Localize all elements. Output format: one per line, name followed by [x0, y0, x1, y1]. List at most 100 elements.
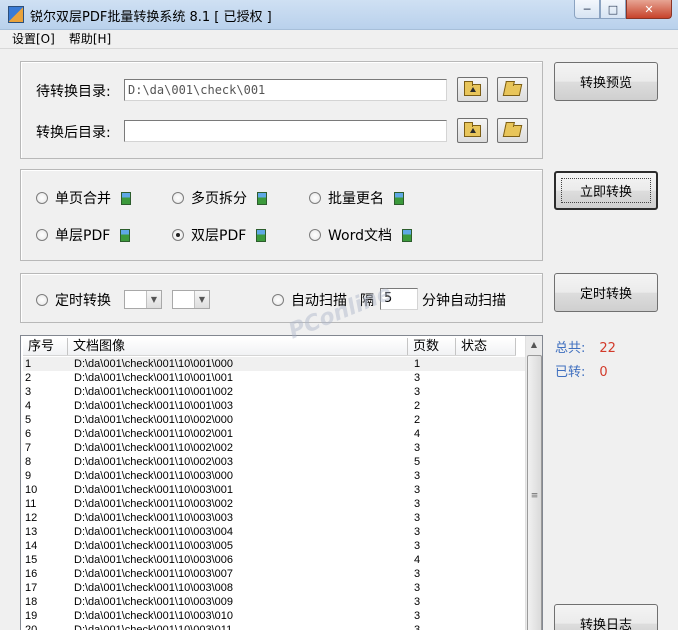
- timed-convert-button[interactable]: 定时转换: [554, 273, 658, 312]
- table-row[interactable]: 20 D:\da\001\check\001\10\003\011 3: [23, 623, 525, 630]
- file-list[interactable]: 序号 文档图像 页数 状态 1 D:\da\001\check\001\10\00…: [20, 335, 543, 630]
- table-row[interactable]: 9 D:\da\001\check\001\10\003\000 3: [23, 469, 525, 483]
- table-row[interactable]: 2 D:\da\001\check\001\10\001\001 3: [23, 371, 525, 385]
- menu-help[interactable]: 帮助[H]: [69, 30, 111, 48]
- maximize-button[interactable]: □: [600, 0, 626, 19]
- cell-pages: 3: [414, 498, 421, 510]
- cell-pages: 3: [414, 386, 421, 398]
- radio-dot: [272, 294, 284, 306]
- vertical-scrollbar[interactable]: ▲ ≡: [525, 336, 542, 630]
- radio-timed-convert[interactable]: 定时转换: [36, 290, 111, 310]
- app-icon: [8, 6, 24, 23]
- cell-pages: 2: [414, 400, 421, 412]
- total-value: 22: [599, 341, 616, 356]
- column-header-document[interactable]: 文档图像: [68, 338, 408, 355]
- hour-select[interactable]: ▼: [124, 290, 162, 309]
- table-row[interactable]: 7 D:\da\001\check\001\10\002\002 3: [23, 441, 525, 455]
- target-dir-up-button[interactable]: [457, 118, 488, 143]
- close-button[interactable]: ✕: [626, 0, 672, 19]
- table-row[interactable]: 10 D:\da\001\check\001\10\003\001 3: [23, 483, 525, 497]
- table-row[interactable]: 11 D:\da\001\check\001\10\003\002 3: [23, 497, 525, 511]
- table-row[interactable]: 12 D:\da\001\check\001\10\003\003 3: [23, 511, 525, 525]
- document-icon: [256, 228, 267, 242]
- column-header-status[interactable]: 状态: [456, 338, 516, 355]
- converted-label: 已转:: [555, 365, 586, 380]
- convert-now-button[interactable]: 立即转换: [554, 171, 658, 210]
- table-row[interactable]: 18 D:\da\001\check\001\10\003\009 3: [23, 595, 525, 609]
- table-row[interactable]: 13 D:\da\001\check\001\10\003\004 3: [23, 525, 525, 539]
- cell-document: D:\da\001\check\001\10\002\000: [74, 414, 234, 426]
- table-row[interactable]: 15 D:\da\001\check\001\10\003\006 4: [23, 553, 525, 567]
- folder-open-icon: [502, 83, 523, 96]
- scroll-up-icon[interactable]: ▲: [526, 336, 542, 353]
- minimize-button[interactable]: ─: [574, 0, 600, 19]
- button-label: 转换日志: [579, 618, 632, 630]
- table-row[interactable]: 1 D:\da\001\check\001\10\001\000 1: [23, 357, 525, 371]
- radio-label: 定时转换: [55, 293, 111, 309]
- cell-pages: 3: [414, 470, 421, 482]
- column-header-index[interactable]: 序号: [23, 338, 68, 355]
- cell-document: D:\da\001\check\001\10\002\003: [74, 456, 234, 468]
- table-row[interactable]: 3 D:\da\001\check\001\10\001\002 3: [23, 385, 525, 399]
- cell-status: [456, 441, 516, 455]
- converted-count: 已转: 0: [555, 361, 608, 380]
- cell-status: [456, 385, 516, 399]
- table-row[interactable]: 8 D:\da\001\check\001\10\002\003 5: [23, 455, 525, 469]
- table-row[interactable]: 6 D:\da\001\check\001\10\002\001 4: [23, 427, 525, 441]
- total-label: 总共:: [555, 341, 586, 356]
- radio-single-merge[interactable]: 单页合并: [36, 188, 131, 208]
- target-dir-input[interactable]: [124, 120, 447, 142]
- cell-document: D:\da\001\check\001\10\003\011: [74, 624, 233, 630]
- cell-index: 2: [25, 372, 32, 384]
- document-icon: [121, 191, 131, 205]
- table-row[interactable]: 16 D:\da\001\check\001\10\003\007 3: [23, 567, 525, 581]
- radio-double-layer-pdf[interactable]: 双层PDF: [172, 225, 267, 245]
- cell-index: 4: [25, 400, 32, 412]
- table-row[interactable]: 17 D:\da\001\check\001\10\003\008 3: [23, 581, 525, 595]
- cell-index: 9: [25, 470, 32, 482]
- table-row[interactable]: 19 D:\da\001\check\001\10\003\010 3: [23, 609, 525, 623]
- column-header-pages[interactable]: 页数: [408, 338, 456, 355]
- menu-settings[interactable]: 设置[O]: [12, 30, 55, 48]
- cell-document: D:\da\001\check\001\10\003\000: [74, 470, 234, 482]
- cell-pages: 3: [414, 596, 421, 608]
- cell-status: [456, 595, 516, 609]
- minute-select[interactable]: ▼: [172, 290, 210, 309]
- radio-label: 批量更名: [328, 191, 384, 207]
- source-dir-input[interactable]: D:\da\001\check\001: [124, 79, 447, 101]
- table-row[interactable]: 5 D:\da\001\check\001\10\002\000 2: [23, 413, 525, 427]
- radio-single-layer-pdf[interactable]: 单层PDF: [36, 225, 131, 245]
- total-count: 总共: 22: [555, 337, 616, 356]
- cell-status: [456, 525, 516, 539]
- radio-word-document[interactable]: Word文档: [309, 225, 412, 245]
- radio-multi-split[interactable]: 多页拆分: [172, 188, 267, 208]
- target-dir-browse-button[interactable]: [497, 118, 528, 143]
- convert-log-button[interactable]: 转换日志: [554, 604, 658, 630]
- preview-button[interactable]: 转换预览: [554, 62, 658, 101]
- mode-group: [20, 169, 543, 261]
- table-row[interactable]: 4 D:\da\001\check\001\10\001\003 2: [23, 399, 525, 413]
- scroll-thumb[interactable]: ≡: [527, 355, 542, 630]
- cell-index: 1: [25, 358, 32, 370]
- radio-batch-rename[interactable]: 批量更名: [309, 188, 404, 208]
- cell-pages: 4: [414, 554, 421, 566]
- cell-pages: 3: [414, 442, 421, 454]
- radio-label: 多页拆分: [191, 191, 247, 207]
- cell-index: 16: [25, 568, 38, 580]
- table-row[interactable]: 14 D:\da\001\check\001\10\003\005 3: [23, 539, 525, 553]
- cell-pages: 3: [414, 372, 421, 384]
- document-icon: [257, 191, 267, 205]
- source-dir-browse-button[interactable]: [497, 77, 528, 102]
- cell-document: D:\da\001\check\001\10\003\006: [74, 554, 234, 566]
- cell-status: [456, 357, 516, 371]
- cell-pages: 3: [414, 526, 421, 538]
- cell-index: 13: [25, 526, 38, 538]
- cell-index: 6: [25, 428, 32, 440]
- source-dir-up-button[interactable]: [457, 77, 488, 102]
- cell-document: D:\da\001\check\001\10\003\003: [74, 512, 234, 524]
- radio-label: 单页合并: [55, 191, 111, 207]
- cell-status: [456, 413, 516, 427]
- chevron-down-icon: ▼: [194, 291, 209, 308]
- cell-index: 15: [25, 554, 38, 566]
- cell-index: 3: [25, 386, 32, 398]
